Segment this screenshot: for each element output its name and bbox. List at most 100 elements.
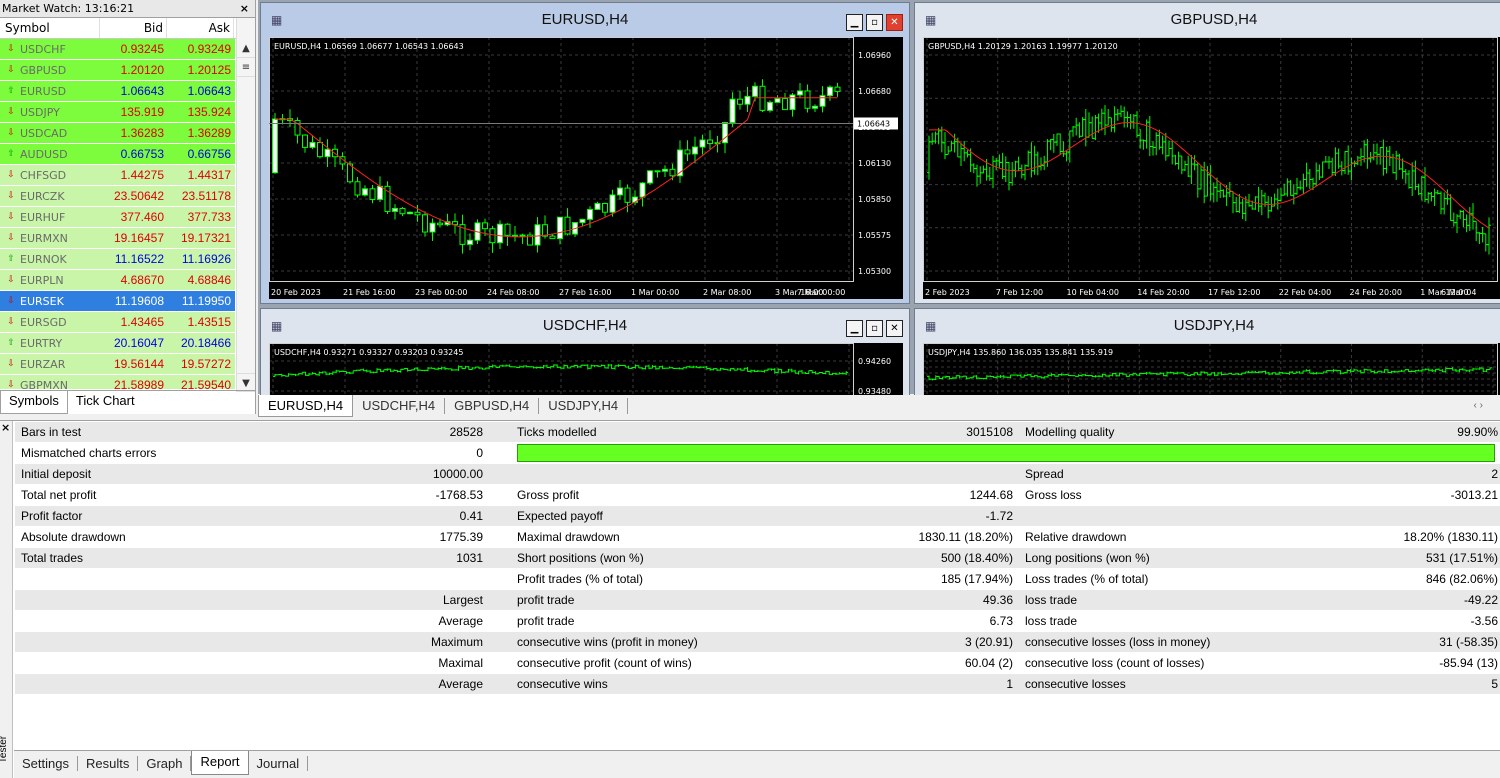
chart-tabs-scroll[interactable]: ‹ › <box>1465 398 1492 413</box>
symbol-row[interactable]: ⇧ EURTRY 20.16047 20.18466 <box>0 333 235 354</box>
candle-body <box>399 207 406 215</box>
report-key: Total trades <box>21 551 84 565</box>
report-value: 28528 <box>449 425 483 439</box>
maximize-icon[interactable]: ▫ <box>866 320 883 337</box>
symbol-row[interactable]: ⇩ EURSEK 11.19608 11.19950 <box>0 291 235 312</box>
price-chart-usdchf[interactable]: USDCHF,H4 0.93271 0.93327 0.93203 0.9324… <box>269 343 903 403</box>
ask-cell: 20.18466 <box>180 336 231 350</box>
minimize-icon[interactable]: ▁ <box>846 14 863 31</box>
column-header-symbol[interactable]: Symbol <box>0 18 100 38</box>
report-key: Gross profit <box>517 488 580 502</box>
symbol-row[interactable]: ⇧ AUDUSD 0.66753 0.66756 <box>0 144 235 165</box>
report-value: 0 <box>476 446 483 460</box>
symbol-row[interactable]: ⇧ EURUSD 1.06643 1.06643 <box>0 81 235 102</box>
scroll-thumb-icon[interactable]: ≡ <box>237 58 255 77</box>
arrow-down-icon: ⇩ <box>7 274 15 285</box>
chart-window-usdchf[interactable]: ▦ USDCHF,H4 ▁ ▫ ✕ USDCHF,H4 0.93271 0.93… <box>260 308 910 408</box>
report-key <box>15 590 215 610</box>
ask-cell: 0.93249 <box>187 42 231 56</box>
chart-window-gbpusd[interactable]: ▦ GBPUSD,H4 GBPUSD,H4 1.20129 1.20163 1.… <box>914 2 1500 304</box>
ask-cell: 1.20125 <box>187 63 231 77</box>
symbol-row[interactable]: ⇩ EURMXN 19.16457 19.17321 <box>0 228 235 249</box>
report-value: Largest <box>442 593 483 607</box>
arrow-down-icon: ⇩ <box>7 190 15 201</box>
symbol-row[interactable]: ⇧ EURNOK 11.16522 11.16926 <box>0 249 235 270</box>
report-key: consecutive loss (count of losses) <box>1025 656 1205 670</box>
minimize-icon[interactable]: ▁ <box>846 320 863 337</box>
date-tick-label: 10 Feb 04:00 <box>1067 288 1119 297</box>
scroll-up-icon[interactable]: ▲ <box>237 39 255 58</box>
report-value: 49.36 <box>982 593 1013 607</box>
ask-cell: 1.44317 <box>187 168 231 182</box>
symbol-row[interactable]: ⇩ USDJPY 135.919 135.924 <box>0 102 235 123</box>
close-icon[interactable]: × <box>240 0 249 18</box>
bid-cell: 11.19608 <box>114 294 164 308</box>
tab-report[interactable]: Report <box>191 751 249 775</box>
symbol-row[interactable]: ⇩ EURSGD 1.43465 1.43515 <box>0 312 235 333</box>
chart-window-eurusd[interactable]: ▦ EURUSD,H4 ▁ ▫ ✕ EURUSD,H4 1.06569 1.06… <box>260 2 910 304</box>
price-chart-eurusd[interactable]: EURUSD,H4 1.06569 1.06677 1.06543 1.0664… <box>269 37 903 299</box>
chart-tab-usdchf[interactable]: USDCHF,H4 <box>353 398 446 414</box>
report-value: 2 <box>1491 467 1498 481</box>
symbol-cell: ⇩ GBPMXN <box>0 375 100 390</box>
report-key: consecutive losses (loss in money) <box>1025 635 1211 649</box>
tab-graph[interactable]: Graph <box>138 756 192 771</box>
tab-tick-chart[interactable]: Tick Chart <box>68 391 143 414</box>
symbol-row[interactable]: ⇩ USDCHF 0.93245 0.93249 <box>0 39 235 60</box>
candle-body <box>549 235 556 240</box>
chart-window-usdjpy[interactable]: ▦ USDJPY,H4 USDJPY,H4 135.860 136.035 13… <box>914 308 1500 408</box>
candle-body <box>707 139 713 145</box>
close-icon[interactable]: ✕ <box>886 320 903 337</box>
symbol-row[interactable]: ⇩ GBPMXN 21.58989 21.59540 <box>0 375 235 389</box>
candle-body <box>729 98 736 124</box>
price-tick-label: 1.05300 <box>858 267 891 276</box>
symbol-row[interactable]: ⇩ EURZAR 19.56144 19.57272 <box>0 354 235 375</box>
arrow-down-icon: ⇩ <box>7 169 15 180</box>
column-header-ask[interactable]: Ask <box>167 18 234 38</box>
report-key <box>15 653 215 673</box>
date-tick-label: 27 Feb 16:00 <box>559 288 611 297</box>
bid-cell: 135.919 <box>120 105 164 119</box>
tester-label: Tester <box>0 735 10 764</box>
candle-body <box>759 85 766 111</box>
symbol-name: EURUSD <box>20 84 67 98</box>
close-icon[interactable]: ✕ <box>886 14 903 31</box>
date-tick-label: 6 Mar 04 <box>1441 288 1476 297</box>
report-key: Long positions (won %) <box>1025 551 1150 565</box>
market-watch-scrollbar[interactable]: ▲ ≡ ▼ <box>236 18 255 392</box>
chart-tab-eurusd[interactable]: EURUSD,H4 <box>258 395 354 417</box>
report-row: Total net profit -1768.53 Gross profit 1244… <box>15 485 1500 506</box>
symbol-row[interactable]: ⇩ EURHUF 377.460 377.733 <box>0 207 235 228</box>
date-tick-label: 21 Feb 16:00 <box>343 288 395 297</box>
chart-title-gbpusd: GBPUSD,H4 <box>1170 11 1258 28</box>
report-value: -3.56 <box>1470 614 1498 628</box>
symbol-row[interactable]: ⇩ USDCAD 1.36283 1.36289 <box>0 123 235 144</box>
tab-journal[interactable]: Journal <box>249 756 309 771</box>
tab-settings[interactable]: Settings <box>14 756 78 771</box>
report-key: Maximal drawdown <box>517 530 620 544</box>
date-tick-label: 24 Feb 08:00 <box>487 288 539 297</box>
symbol-cell: ⇩ USDCHF <box>0 39 100 59</box>
bid-cell: 4.68670 <box>120 273 164 287</box>
tab-results[interactable]: Results <box>78 756 139 771</box>
tab-symbols[interactable]: Symbols <box>0 391 68 414</box>
symbol-row[interactable]: ⇩ CHFSGD 1.44275 1.44317 <box>0 165 235 186</box>
column-header-bid[interactable]: Bid <box>100 18 167 38</box>
chart-tab-usdjpy[interactable]: USDJPY,H4 <box>539 398 629 414</box>
symbol-row[interactable]: ⇩ GBPUSD 1.20120 1.20125 <box>0 60 235 81</box>
symbol-cell: ⇩ EURPLN <box>0 270 100 290</box>
report-value: -49.22 <box>1463 593 1498 607</box>
symbol-row[interactable]: ⇩ EURCZK 23.50642 23.51178 <box>0 186 235 207</box>
price-chart-usdjpy[interactable]: USDJPY,H4 135.860 136.035 135.841 135.91… <box>923 343 1500 403</box>
symbol-row[interactable]: ⇩ EURPLN 4.68670 4.68846 <box>0 270 235 291</box>
window-controls: ▁ ▫ ✕ <box>846 14 903 31</box>
arrow-up-icon: ⇧ <box>7 253 15 264</box>
price-chart-gbpusd[interactable]: GBPUSD,H4 1.20129 1.20163 1.19977 1.2012… <box>923 37 1500 299</box>
maximize-icon[interactable]: ▫ <box>866 14 883 31</box>
report-value: 99.90% <box>1457 425 1498 439</box>
close-icon[interactable]: × <box>0 421 10 434</box>
chart-tab-gbpusd[interactable]: GBPUSD,H4 <box>445 398 540 414</box>
date-tick-label: 14 Feb 20:00 <box>1137 288 1189 297</box>
bid-cell: 1.43465 <box>120 315 164 329</box>
arrow-down-icon: ⇩ <box>7 358 15 369</box>
